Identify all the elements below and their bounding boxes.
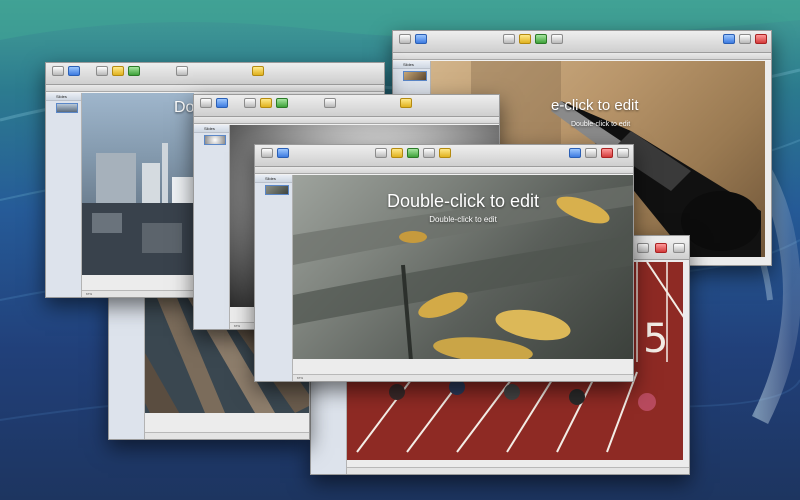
- shapes-button[interactable]: [391, 148, 403, 158]
- inspector-button[interactable]: [569, 148, 581, 158]
- status-bar: [347, 467, 689, 474]
- view-button[interactable]: [200, 98, 212, 108]
- format-bar: [255, 167, 633, 174]
- toolbar: [393, 31, 771, 53]
- slides-sidebar[interactable]: [109, 293, 145, 439]
- charts-button[interactable]: [551, 34, 563, 44]
- play-button[interactable]: [68, 66, 80, 76]
- slide-thumbnail[interactable]: [204, 135, 226, 145]
- media-button[interactable]: [739, 34, 751, 44]
- fonts-button[interactable]: [617, 148, 629, 158]
- media-button[interactable]: [585, 148, 597, 158]
- play-button[interactable]: [277, 148, 289, 158]
- view-button[interactable]: [399, 34, 411, 44]
- text-box-button[interactable]: [244, 98, 256, 108]
- city-skyline-image: [82, 143, 194, 275]
- sidebar-header: Slides: [393, 61, 430, 69]
- slides-sidebar[interactable]: Slides: [46, 93, 82, 297]
- slides-sidebar[interactable]: Slides: [255, 175, 293, 381]
- slide-thumbnail[interactable]: [403, 71, 427, 81]
- view-button[interactable]: [52, 66, 64, 76]
- zoom-level[interactable]: 67%: [297, 376, 303, 380]
- charts-button[interactable]: [423, 148, 435, 158]
- slide-thumbnail[interactable]: [56, 103, 78, 113]
- colors-button[interactable]: [755, 34, 767, 44]
- svg-text:5: 5: [643, 316, 668, 362]
- charts-button[interactable]: [176, 66, 188, 76]
- text-box-button[interactable]: [375, 148, 387, 158]
- format-bar: [194, 117, 499, 124]
- sidebar-header: Slides: [255, 175, 292, 183]
- play-button[interactable]: [415, 34, 427, 44]
- zoom-level[interactable]: 67%: [86, 292, 92, 296]
- inspector-button[interactable]: [723, 34, 735, 44]
- window-leaf-theme[interactable]: Slides Double-click to edit Double-click…: [254, 144, 634, 382]
- slide-canvas[interactable]: [82, 93, 194, 275]
- media-button[interactable]: [637, 243, 649, 253]
- table-button[interactable]: [276, 98, 288, 108]
- slide-subtitle[interactable]: Double-click to edit: [293, 215, 633, 224]
- format-bar: [393, 53, 771, 60]
- shapes-button[interactable]: [112, 66, 124, 76]
- status-bar: [145, 432, 309, 439]
- toolbar: [255, 145, 633, 167]
- slide-canvas-area: Double-click to edit Double-click to edi…: [293, 175, 633, 381]
- comment-button[interactable]: [400, 98, 412, 108]
- slides-sidebar[interactable]: Slides: [194, 125, 230, 329]
- table-button[interactable]: [535, 34, 547, 44]
- format-bar: [46, 85, 384, 92]
- slide-thumbnail[interactable]: [265, 185, 289, 195]
- colors-button[interactable]: [601, 148, 613, 158]
- toolbar: [194, 95, 499, 117]
- slide-title[interactable]: e-click to edit: [551, 97, 765, 114]
- slide-subtitle[interactable]: Double-click to edit: [571, 121, 765, 128]
- view-button[interactable]: [261, 148, 273, 158]
- table-button[interactable]: [128, 66, 140, 76]
- charts-button[interactable]: [324, 98, 336, 108]
- sidebar-header: Slides: [194, 125, 229, 133]
- sidebar-header: Slides: [46, 93, 81, 101]
- table-button[interactable]: [407, 148, 419, 158]
- fonts-button[interactable]: [673, 243, 685, 253]
- colors-button[interactable]: [655, 243, 667, 253]
- text-box-button[interactable]: [503, 34, 515, 44]
- slide-canvas[interactable]: Double-click to edit Double-click to edi…: [293, 175, 633, 359]
- shapes-button[interactable]: [260, 98, 272, 108]
- toolbar: [46, 63, 384, 85]
- slide-title[interactable]: Double-click to edit: [293, 191, 633, 212]
- zoom-level[interactable]: 67%: [234, 324, 240, 328]
- text-box-button[interactable]: [96, 66, 108, 76]
- shapes-button[interactable]: [519, 34, 531, 44]
- status-bar: 67%: [293, 374, 633, 381]
- comment-button[interactable]: [439, 148, 451, 158]
- play-button[interactable]: [216, 98, 228, 108]
- comment-button[interactable]: [252, 66, 264, 76]
